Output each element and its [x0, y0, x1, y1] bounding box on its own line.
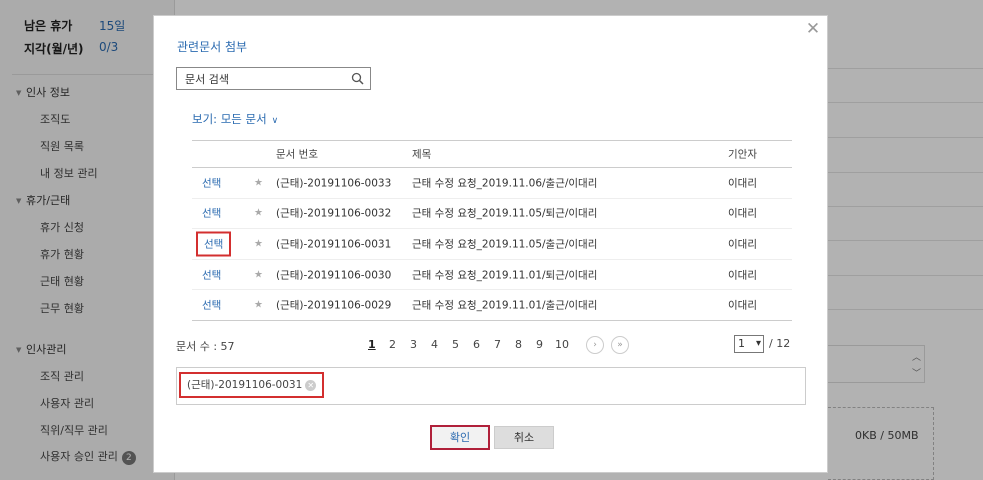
attached-document-chip: (근태)-20191106-0031 ✕ [179, 372, 325, 398]
document-number: (근태)-20191106-0033 [276, 177, 392, 190]
page-select[interactable]: 1 ▾ [734, 335, 764, 353]
attached-documents-area: (근태)-20191106-0031 ✕ [176, 367, 806, 405]
document-number: (근태)-20191106-0029 [276, 299, 392, 312]
document-title: 근태 수정 요청_2019.11.05/출근/이대리 [412, 238, 598, 251]
table-row: 선택 ★ (근태)-20191106-0033 근태 수정 요청_2019.11… [192, 168, 792, 199]
search-icon[interactable] [351, 72, 364, 85]
last-page-icon[interactable]: » [611, 336, 629, 354]
confirm-button[interactable]: 확인 [430, 425, 490, 450]
document-number: (근태)-20191106-0032 [276, 207, 392, 220]
star-icon[interactable]: ★ [254, 177, 263, 188]
document-title: 근태 수정 요청_2019.11.01/퇴근/이대리 [412, 269, 598, 282]
document-writer: 이대리 [728, 177, 757, 190]
document-number: (근태)-20191106-0030 [276, 269, 392, 282]
close-icon[interactable]: ✕ [805, 21, 821, 38]
document-title: 근태 수정 요청_2019.11.05/퇴근/이대리 [412, 207, 598, 220]
star-icon[interactable]: ★ [254, 269, 263, 280]
select-link-highlighted[interactable]: 선택 [196, 231, 232, 257]
star-icon[interactable]: ★ [254, 208, 263, 219]
star-icon[interactable]: ★ [254, 238, 263, 249]
document-writer: 이대리 [728, 299, 757, 312]
document-table: 문서 번호 제목 기안자 선택 ★ (근태)-20191106-0033 근태 … [192, 140, 792, 321]
page-link[interactable]: 2 [389, 338, 396, 351]
search-input[interactable] [177, 68, 347, 89]
select-link[interactable]: 선택 [202, 175, 221, 190]
document-writer: 이대리 [728, 269, 757, 282]
page-link[interactable]: 5 [452, 338, 459, 351]
page-link[interactable]: 9 [536, 338, 543, 351]
column-header-writer: 기안자 [728, 148, 757, 161]
select-link[interactable]: 선택 [202, 298, 221, 313]
page-link[interactable]: 7 [494, 338, 501, 351]
page-link[interactable]: 3 [410, 338, 417, 351]
view-filter-dropdown[interactable]: 보기: 모든 문서 ∨ [192, 111, 278, 127]
dialog-title: 관련문서 첨부 [177, 40, 248, 54]
page-link[interactable]: 10 [555, 338, 569, 351]
document-search [176, 67, 371, 90]
page-total: / 12 [769, 337, 791, 350]
column-header-number: 문서 번호 [276, 148, 318, 161]
next-page-icon[interactable]: › [586, 336, 604, 354]
document-writer: 이대리 [728, 207, 757, 220]
table-row: 선택 ★ (근태)-20191106-0031 근태 수정 요청_2019.11… [192, 229, 792, 260]
table-header: 문서 번호 제목 기안자 [192, 140, 792, 168]
table-row: 선택 ★ (근태)-20191106-0032 근태 수정 요청_2019.11… [192, 199, 792, 230]
document-writer: 이대리 [728, 238, 757, 251]
document-title: 근태 수정 요청_2019.11.01/출근/이대리 [412, 299, 598, 312]
table-row: 선택 ★ (근태)-20191106-0030 근태 수정 요청_2019.11… [192, 260, 792, 291]
document-count: 문서 수 : 57 [176, 340, 235, 353]
dropdown-arrow-icon: ▾ [755, 338, 761, 349]
star-icon[interactable]: ★ [254, 300, 263, 311]
page-link[interactable]: 8 [515, 338, 522, 351]
document-number: (근태)-20191106-0031 [276, 238, 392, 251]
page-link[interactable]: 4 [431, 338, 438, 351]
page-link-current[interactable]: 1 [368, 338, 376, 351]
page-link[interactable]: 6 [473, 338, 480, 351]
chevron-down-icon: ∨ [271, 116, 279, 126]
remove-icon[interactable]: ✕ [305, 379, 317, 391]
select-link[interactable]: 선택 [202, 267, 221, 282]
related-document-dialog: 관련문서 첨부 ✕ 보기: 모든 문서∨ 문서 번호 제목 기안자 선택 ★ (… [153, 15, 828, 473]
select-link[interactable]: 선택 [202, 206, 221, 221]
table-row: 선택 ★ (근태)-20191106-0029 근태 수정 요청_2019.11… [192, 290, 792, 321]
column-header-title: 제목 [412, 148, 432, 161]
document-title: 근태 수정 요청_2019.11.06/출근/이대리 [412, 177, 598, 190]
cancel-button[interactable]: 취소 [494, 426, 554, 449]
